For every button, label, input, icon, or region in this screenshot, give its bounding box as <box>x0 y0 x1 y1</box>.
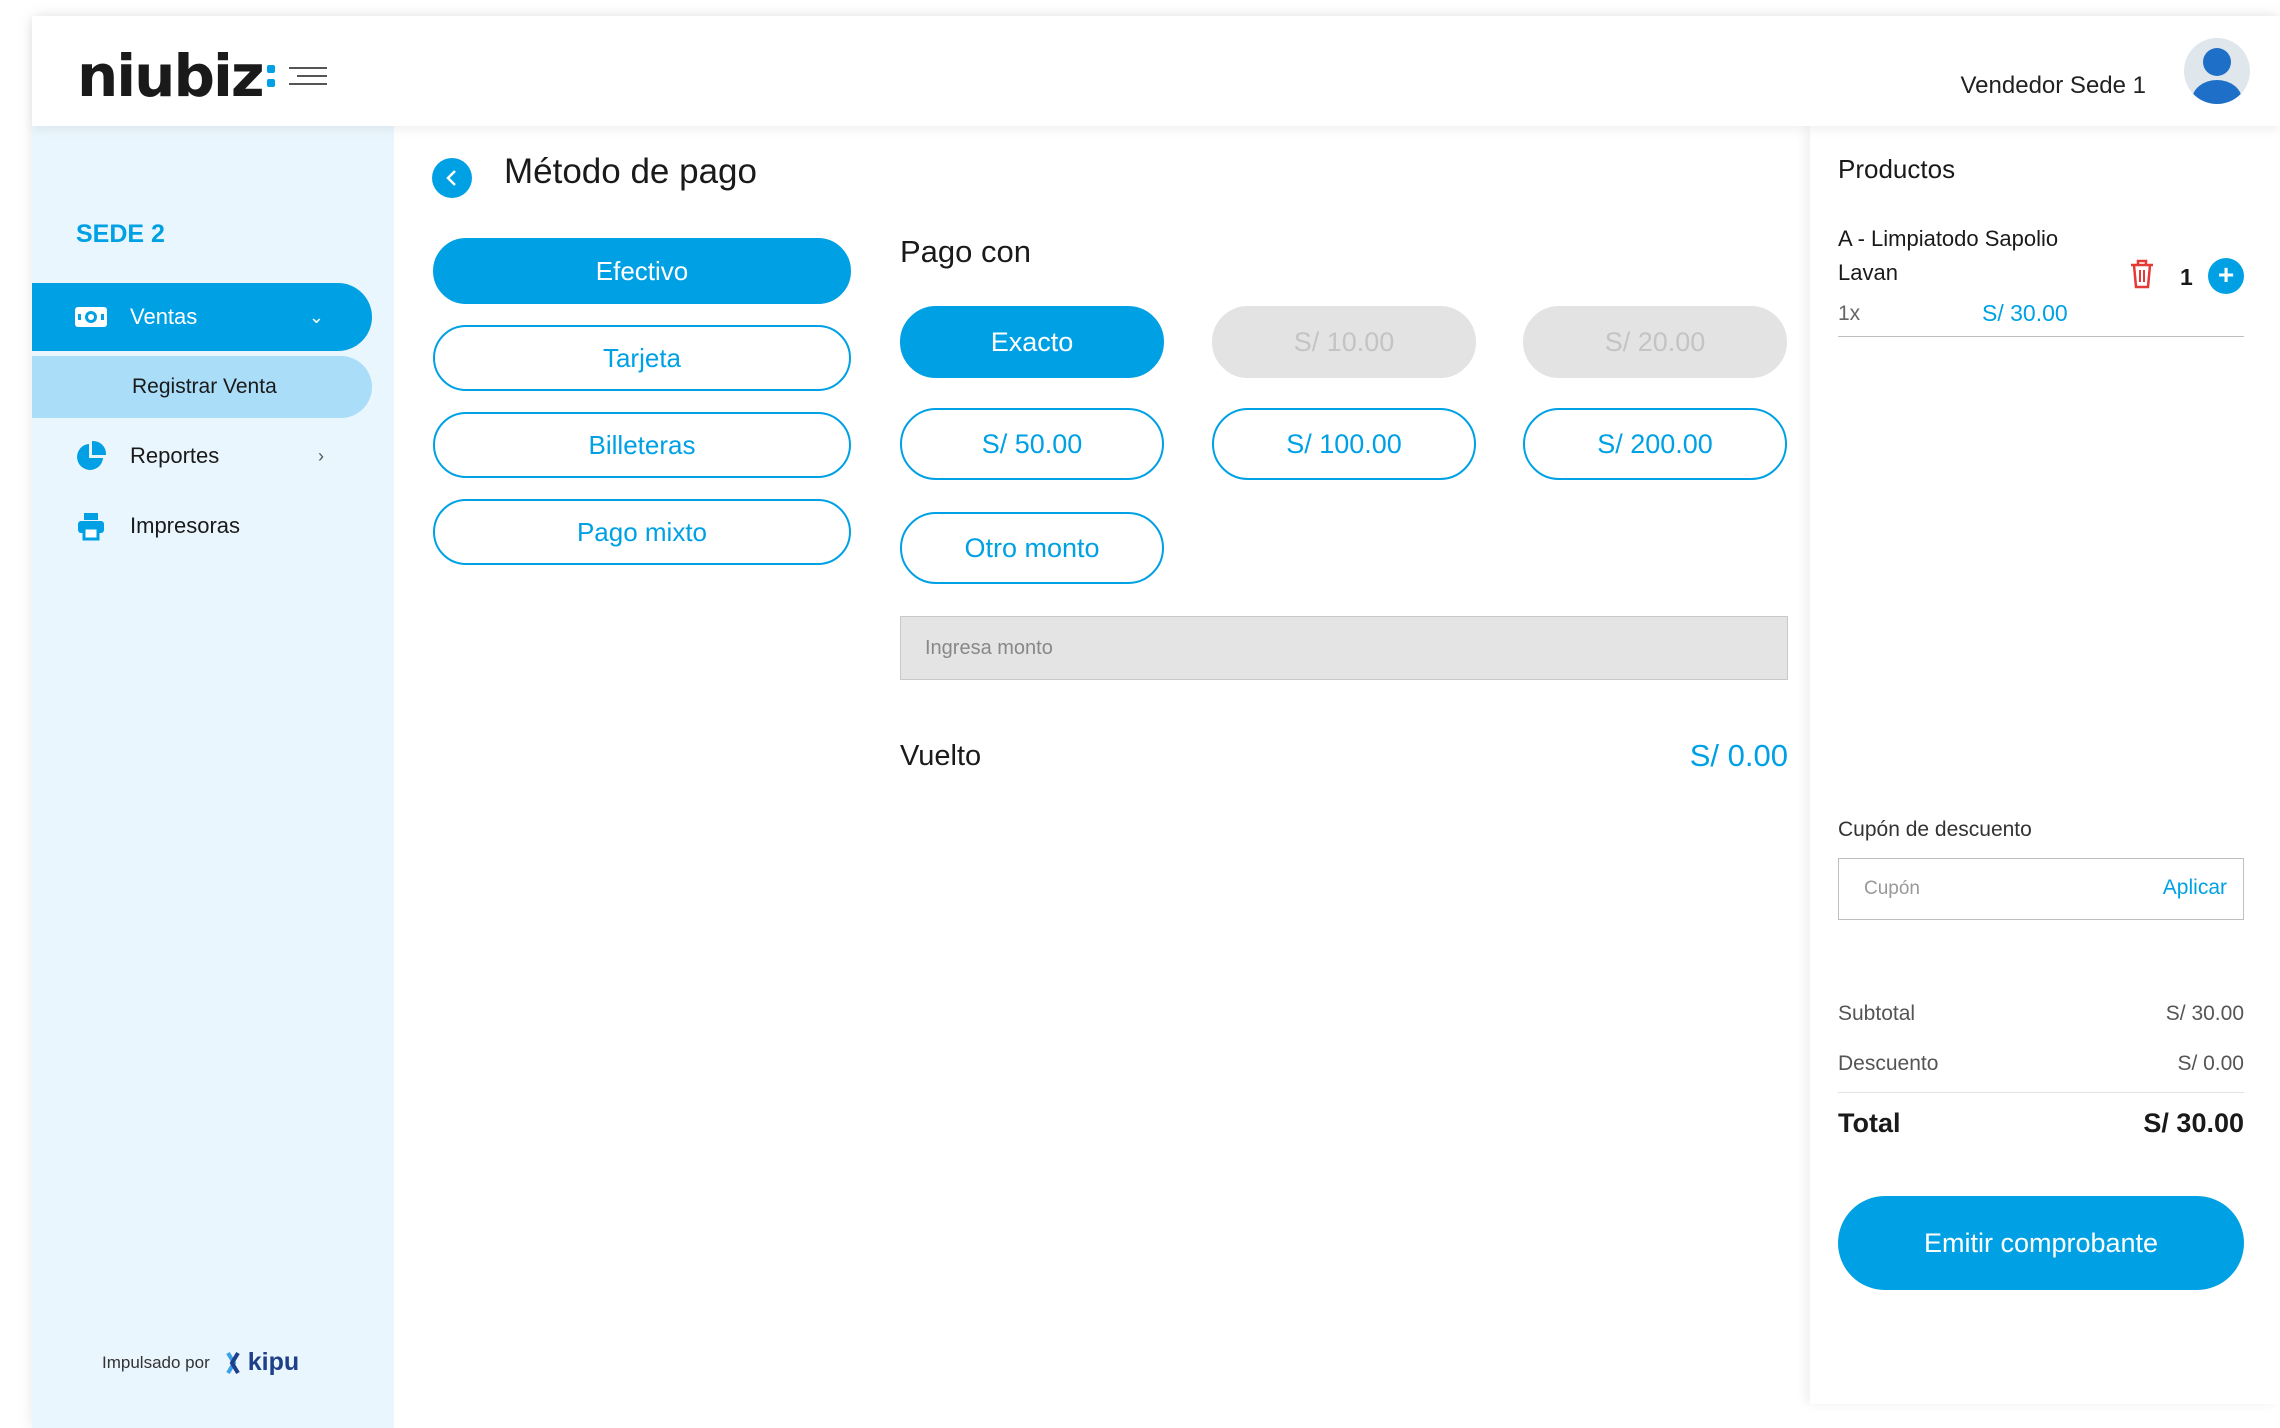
kipu-logo: kipu <box>224 1348 299 1377</box>
chevron-left-icon <box>446 170 456 186</box>
amount-200-button[interactable]: S/ 200.00 <box>1523 408 1787 480</box>
product-multiplier: 1x <box>1838 302 1861 325</box>
amount-otro-monto-button[interactable]: Otro monto <box>900 512 1164 584</box>
amount-10-button[interactable]: S/ 10.00 <box>1212 306 1476 378</box>
amount-50-button[interactable]: S/ 50.00 <box>900 408 1164 480</box>
niubiz-logo: niubiz <box>77 42 327 110</box>
logo-colon <box>266 65 275 87</box>
sidebar-item-reportes[interactable]: Reportes › <box>32 422 372 490</box>
product-name: A - Limpiatodo Sapolio Lavan <box>1838 226 2059 285</box>
pie-chart-icon <box>74 440 108 471</box>
sidebar: SEDE 2 Ventas ⌄ Registrar Venta Reportes… <box>32 126 394 1428</box>
user-name: Vendedor Sede 1 <box>1960 72 2147 99</box>
back-button[interactable] <box>432 158 472 198</box>
method-pago-mixto-button[interactable]: Pago mixto <box>433 499 851 565</box>
divider <box>1838 1092 2244 1093</box>
amount-input[interactable] <box>900 616 1788 680</box>
method-tarjeta-button[interactable]: Tarjeta <box>433 325 851 391</box>
method-billeteras-button[interactable]: Billeteras <box>433 412 851 478</box>
total-value: S/ 30.00 <box>2143 1108 2244 1138</box>
coupon-input[interactable] <box>1840 860 2140 918</box>
apply-coupon-button[interactable]: Aplicar <box>2163 876 2227 900</box>
powered-by: Impulsado por kipu <box>102 1348 299 1377</box>
pago-con-heading: Pago con <box>900 234 1031 269</box>
sidebar-item-ventas[interactable]: Ventas ⌄ <box>32 283 372 351</box>
amount-100-button[interactable]: S/ 100.00 <box>1212 408 1476 480</box>
chevron-right-icon: › <box>318 445 324 466</box>
discount-value: S/ 0.00 <box>2177 1052 2244 1075</box>
sidebar-item-impresoras[interactable]: Impresoras <box>32 492 372 560</box>
sidebar-item-label: Registrar Venta <box>132 375 277 398</box>
cart-panel: Productos A - Limpiatodo Sapolio Lavan 1… <box>1810 126 2280 1404</box>
sidebar-subitem-registrar-venta[interactable]: Registrar Venta <box>32 356 372 418</box>
sidebar-item-label: Reportes <box>130 443 220 468</box>
sidebar-item-label: Impresoras <box>130 513 241 538</box>
sidebar-item-label: Ventas <box>130 304 198 329</box>
logo-text: niubiz <box>77 42 265 110</box>
product-quantity: 1 <box>2180 264 2193 290</box>
top-header: niubiz Vendedor Sede 1 <box>32 16 2280 126</box>
cart-title: Productos <box>1838 154 1956 184</box>
trash-icon[interactable] <box>2128 258 2156 295</box>
hamburger-menu-icon[interactable] <box>288 67 327 85</box>
amount-exacto-button[interactable]: Exacto <box>900 306 1164 378</box>
divider <box>1838 336 2244 337</box>
coupon-field: Aplicar <box>1838 858 2244 920</box>
page-title: Método de pago <box>504 152 757 191</box>
sede-label: SEDE 2 <box>76 220 165 248</box>
printer-icon <box>74 511 108 541</box>
coupon-label: Cupón de descuento <box>1838 818 2032 841</box>
cash-icon <box>74 302 108 332</box>
app-window: niubiz Vendedor Sede 1 SEDE 2 Ventas ⌄ R… <box>32 16 2280 1428</box>
vuelto-value: S/ 0.00 <box>1689 738 1788 773</box>
emit-receipt-button[interactable]: Emitir comprobante <box>1838 1196 2244 1290</box>
amount-20-button[interactable]: S/ 20.00 <box>1523 306 1787 378</box>
total-label: Total <box>1838 1108 1901 1138</box>
kipu-brand-text: kipu <box>247 1348 300 1376</box>
user-avatar-icon[interactable] <box>2184 38 2250 104</box>
product-price: S/ 30.00 <box>1982 300 2068 326</box>
subtotal-label: Subtotal <box>1838 1002 1916 1025</box>
method-efectivo-button[interactable]: Efectivo <box>433 238 851 304</box>
subtotal-value: S/ 30.00 <box>2165 1002 2244 1025</box>
plus-icon[interactable]: + <box>2208 258 2244 294</box>
vuelto-label: Vuelto <box>900 740 982 772</box>
discount-label: Descuento <box>1838 1052 1939 1075</box>
powered-by-text: Impulsado por <box>102 1352 210 1372</box>
chevron-down-icon: ⌄ <box>308 306 324 327</box>
